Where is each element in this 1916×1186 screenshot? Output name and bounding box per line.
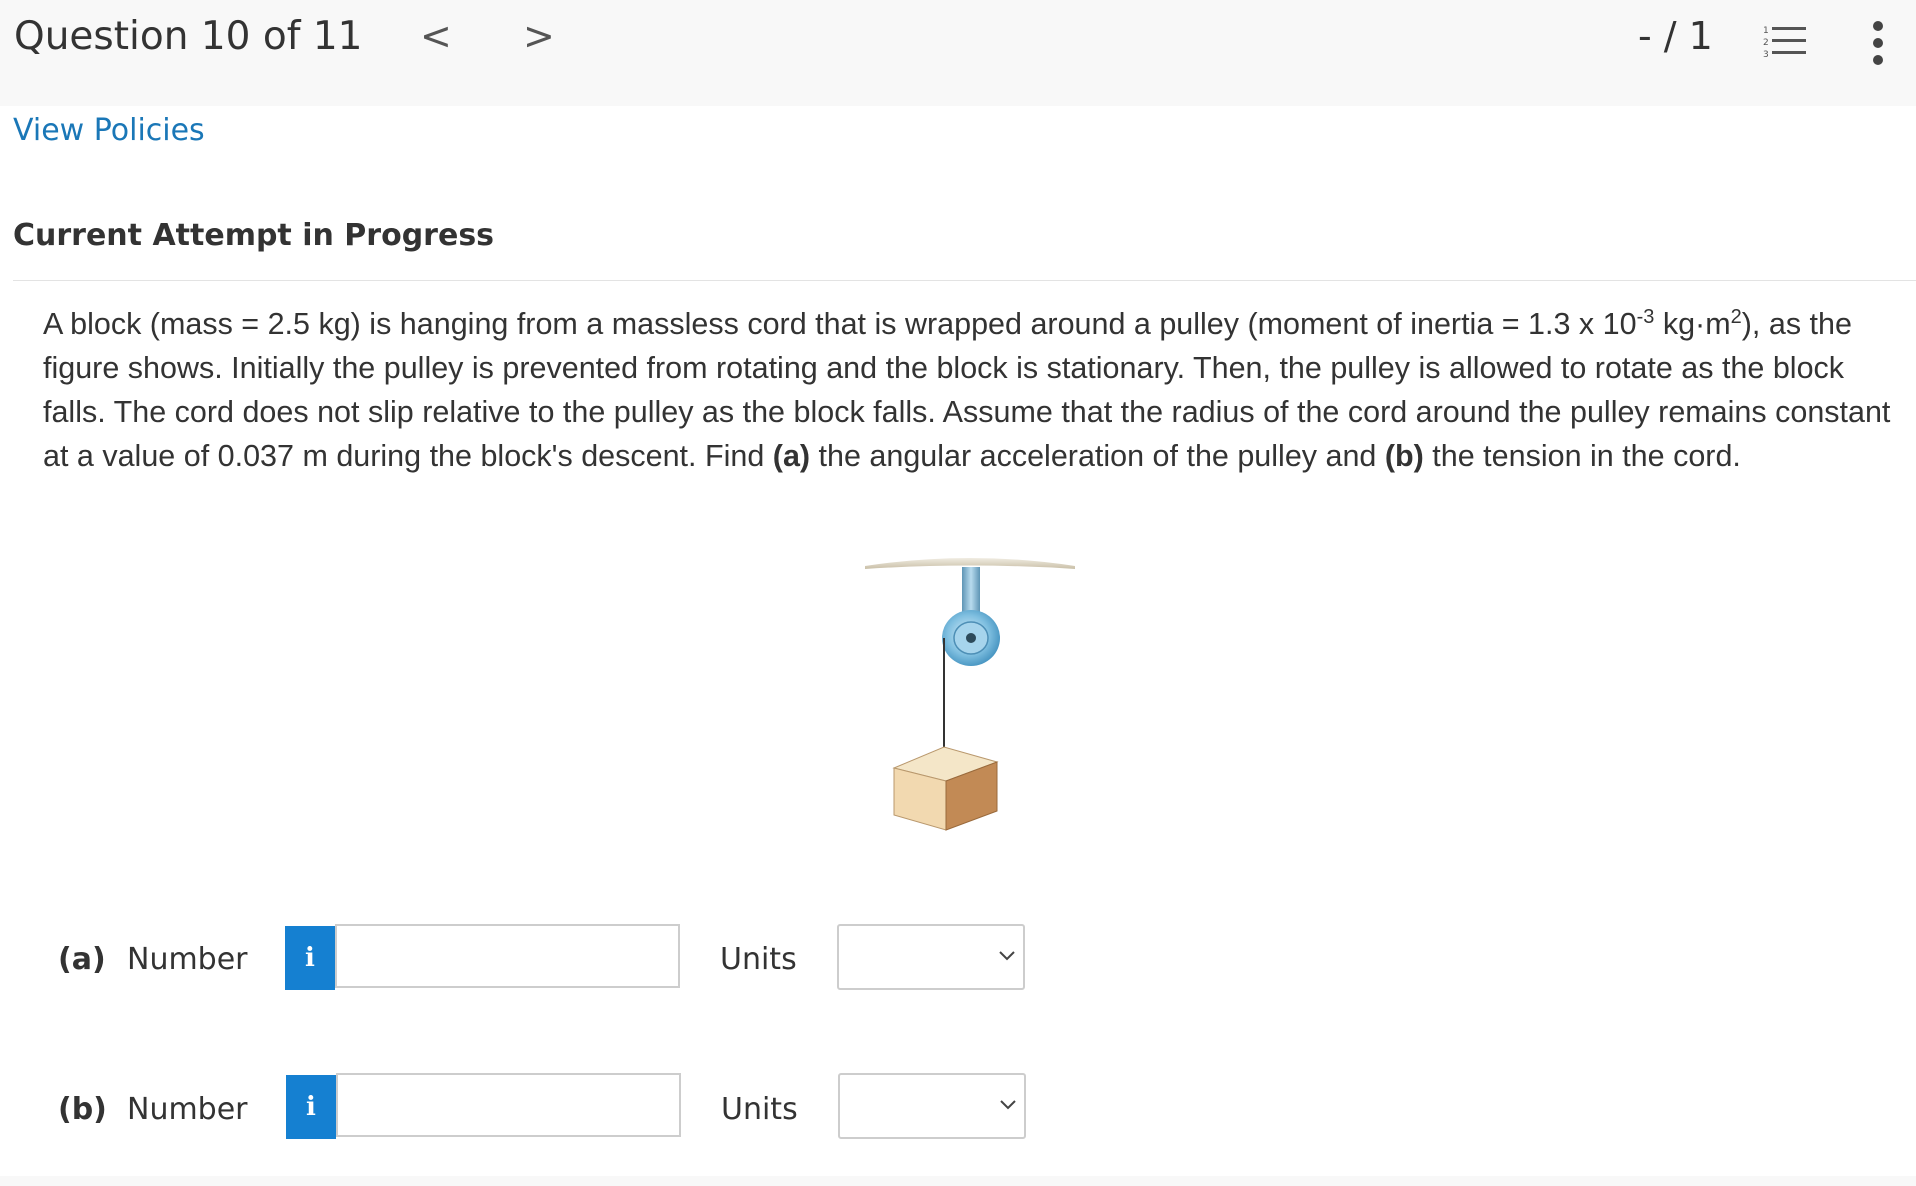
chevron-down-icon: [1000, 1100, 1016, 1110]
part-b-units-label: Units: [721, 1092, 798, 1127]
part-a-number-label: Number: [127, 942, 248, 977]
next-question-button[interactable]: >: [523, 14, 555, 58]
part-b-number-label: Number: [127, 1092, 248, 1127]
part-a-label: (a): [58, 942, 106, 977]
divider: [13, 280, 1916, 281]
question-header: Question 10 of 11 < > - / 1 1 2 3: [0, 0, 1916, 106]
question-score: - / 1: [1638, 14, 1713, 58]
part-b-label: (b): [58, 1092, 107, 1127]
svg-text:3: 3: [1763, 50, 1769, 60]
svg-text:2: 2: [1763, 38, 1769, 48]
part-a-number-input[interactable]: [335, 924, 680, 988]
part-b-units-select[interactable]: [838, 1073, 1026, 1139]
attempt-status-heading: Current Attempt in Progress: [13, 218, 495, 253]
problem-statement: A block (mass = 2.5 kg) is hanging from …: [43, 305, 1891, 473]
svg-text:1: 1: [1763, 26, 1769, 36]
question-counter: Question 10 of 11: [14, 14, 363, 59]
numbered-list-icon[interactable]: 1 2 3: [1763, 24, 1807, 60]
part-a-units-select[interactable]: [837, 924, 1025, 990]
part-b-number-input[interactable]: [336, 1073, 681, 1137]
footer-strip: [0, 1176, 1916, 1186]
pulley-axle: [966, 633, 976, 643]
view-policies-link[interactable]: View Policies: [13, 113, 205, 148]
chevron-down-icon: [999, 951, 1015, 961]
part-a-units-label: Units: [720, 942, 797, 977]
previous-question-button[interactable]: <: [420, 14, 452, 58]
more-vertical-icon[interactable]: [1870, 20, 1886, 66]
info-icon[interactable]: i: [286, 1075, 336, 1139]
info-icon[interactable]: i: [285, 926, 335, 990]
pulley-block-figure: [865, 558, 1075, 831]
